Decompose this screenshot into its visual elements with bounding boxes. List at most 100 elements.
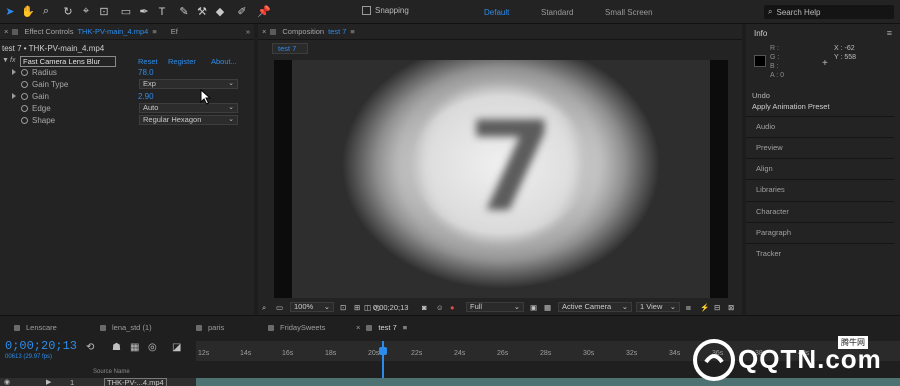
twirl-icon[interactable]: ▶ bbox=[46, 378, 51, 386]
timeline-tab-test7[interactable]: × test 7 ≡ bbox=[356, 323, 407, 332]
composition-flowchart-chip[interactable]: test 7 bbox=[272, 43, 308, 54]
current-time-display[interactable]: 0;00;20;13 bbox=[5, 339, 77, 353]
workspace-standard[interactable]: Standard bbox=[541, 8, 573, 17]
layer-name[interactable]: THK-PV-...4.mp4 bbox=[104, 378, 167, 386]
graph-editor-icon[interactable]: ◪ bbox=[172, 342, 181, 353]
selection-tool-icon[interactable]: ➤ bbox=[2, 3, 18, 20]
stopwatch-icon[interactable] bbox=[21, 93, 28, 100]
panel-menu-icon[interactable]: ≡ bbox=[350, 27, 354, 36]
composition-viewer[interactable]: 7 bbox=[274, 60, 728, 298]
timeline-tab-fridaysweets[interactable]: FridaySweets bbox=[268, 323, 325, 332]
timeline-icon[interactable]: ⊟ bbox=[714, 303, 720, 312]
prop-gain-value[interactable]: 2.90 bbox=[138, 92, 154, 101]
effect-controls-tab-label[interactable]: Effect Controls bbox=[24, 27, 73, 36]
rotate-tool-icon[interactable]: ↻ bbox=[60, 3, 76, 20]
lock-icon[interactable] bbox=[270, 28, 277, 35]
prop-gain-type[interactable]: Gain Type Exp ⌄ bbox=[0, 79, 254, 91]
eye-icon[interactable]: ◉ bbox=[4, 378, 10, 386]
color-channels-icon[interactable]: ● bbox=[450, 303, 455, 312]
panel-menu-icon[interactable]: ≡ bbox=[887, 28, 892, 38]
roto-brush-tool-icon[interactable]: ✐ bbox=[234, 3, 250, 20]
snapping-checkbox[interactable] bbox=[362, 6, 371, 15]
camera-dropdown[interactable]: Active Camera ⌄ bbox=[558, 302, 632, 312]
brush-tool-icon[interactable]: ✎ bbox=[176, 3, 192, 20]
flowchart-icon[interactable]: ⊠ bbox=[728, 303, 734, 312]
prop-radius-value[interactable]: 78.0 bbox=[138, 68, 154, 77]
view-layout-dropdown[interactable]: 1 View ⌄ bbox=[636, 302, 680, 312]
snapshot-icon[interactable]: ◙ bbox=[422, 303, 427, 312]
stopwatch-icon[interactable] bbox=[21, 69, 28, 76]
stopwatch-icon[interactable] bbox=[21, 117, 28, 124]
reset-link[interactable]: Reset bbox=[138, 57, 158, 66]
close-icon[interactable]: × bbox=[356, 323, 360, 332]
prop-edge[interactable]: Edge Auto ⌄ bbox=[0, 103, 254, 115]
hand-tool-icon[interactable]: ✋ bbox=[20, 3, 36, 20]
prop-gain[interactable]: Gain 2.90 bbox=[0, 91, 254, 103]
zoom-dropdown[interactable]: 100% ⌄ bbox=[290, 302, 334, 312]
monitor-icon[interactable]: ▭ bbox=[276, 303, 283, 312]
motion-blur-icon[interactable]: ◎ bbox=[148, 342, 157, 353]
frame-blending-icon[interactable]: ▦ bbox=[130, 342, 139, 353]
panel-libraries[interactable]: Libraries bbox=[746, 179, 894, 199]
twirl-icon[interactable] bbox=[12, 93, 16, 99]
eraser-tool-icon[interactable]: ◆ bbox=[212, 3, 228, 20]
panel-preview[interactable]: Preview bbox=[746, 137, 894, 157]
type-tool-icon[interactable]: T bbox=[154, 3, 170, 20]
region-of-interest-icon[interactable]: ▣ bbox=[530, 303, 537, 312]
shy-layers-icon[interactable]: ☗ bbox=[112, 342, 121, 353]
about-link[interactable]: About... bbox=[211, 57, 237, 66]
safe-areas-icon[interactable]: ⊡ bbox=[340, 303, 346, 312]
pan-behind-tool-icon[interactable]: ⊡ bbox=[96, 3, 112, 20]
fx-icon[interactable]: fx bbox=[10, 57, 15, 64]
panel-align[interactable]: Align bbox=[746, 158, 894, 178]
resolution-dropdown[interactable]: Full ⌄ bbox=[466, 302, 524, 312]
pen-tool-icon[interactable]: ✒ bbox=[136, 3, 152, 20]
workspace-default[interactable]: Default bbox=[484, 8, 509, 17]
stopwatch-icon[interactable] bbox=[21, 105, 28, 112]
rectangle-tool-icon[interactable]: ▭ bbox=[118, 3, 134, 20]
effect-name[interactable]: Fast Camera Lens Blur bbox=[20, 56, 116, 67]
transparency-grid-icon[interactable]: ▦ bbox=[544, 303, 551, 312]
grid-icon[interactable]: ⊞ bbox=[354, 303, 360, 312]
panel-paragraph[interactable]: Paragraph bbox=[746, 222, 894, 242]
prop-radius[interactable]: Radius 78.0 bbox=[0, 67, 254, 79]
lock-icon[interactable] bbox=[12, 28, 19, 35]
shape-dropdown[interactable]: Regular Hexagon ⌄ bbox=[139, 115, 238, 125]
camera-tool-icon[interactable]: ⌖ bbox=[78, 3, 94, 20]
timeline-tab-lenscare[interactable]: Lenscare bbox=[14, 323, 57, 332]
fast-previews-icon[interactable]: ⚡ bbox=[700, 303, 709, 312]
twirl-open-icon[interactable]: ▼ bbox=[2, 57, 9, 64]
composition-tab-prefix[interactable]: Composition bbox=[282, 27, 324, 36]
effect-controls-tab-file[interactable]: THK-PV-main_4.mp4 bbox=[77, 27, 148, 36]
panel-menu-icon[interactable]: ≡ bbox=[152, 27, 156, 36]
panel-character[interactable]: Character bbox=[746, 201, 894, 221]
panel-tracker[interactable]: Tracker bbox=[746, 243, 894, 263]
timeline-tab-paris[interactable]: paris bbox=[196, 323, 224, 332]
mask-icon[interactable]: ◫ bbox=[364, 303, 371, 312]
twirl-icon[interactable] bbox=[12, 69, 16, 75]
search-help-box[interactable]: ⌕ Search Help bbox=[764, 5, 894, 19]
close-icon[interactable]: × bbox=[4, 27, 8, 36]
edge-dropdown[interactable]: Auto ⌄ bbox=[139, 103, 238, 113]
register-link[interactable]: Register bbox=[168, 57, 196, 66]
puppet-pin-tool-icon[interactable]: 📌 bbox=[256, 3, 272, 20]
draft-3d-icon[interactable]: ⟲ bbox=[86, 342, 94, 353]
viewer-timecode[interactable]: 0;00;20;13 bbox=[373, 303, 408, 312]
timeline-tab-lena-std[interactable]: lena_std (1) bbox=[100, 323, 152, 332]
info-panel-title[interactable]: Info bbox=[754, 29, 767, 38]
toggle-pixel-aspect-icon[interactable]: ⧈ bbox=[686, 303, 691, 313]
panel-audio[interactable]: Audio bbox=[746, 116, 894, 136]
close-icon[interactable]: × bbox=[262, 27, 266, 36]
more-panels-icon[interactable]: » bbox=[246, 27, 250, 36]
playhead-handle[interactable] bbox=[379, 347, 387, 355]
gain-type-dropdown[interactable]: Exp ⌄ bbox=[139, 79, 238, 89]
snapping-toggle[interactable]: Snapping bbox=[362, 6, 409, 15]
effect-controls-tab-extra[interactable]: Ef bbox=[171, 27, 178, 36]
composition-tab-name[interactable]: test 7 bbox=[328, 27, 346, 36]
magnifier-icon[interactable]: ⌕ bbox=[262, 303, 266, 313]
clone-stamp-tool-icon[interactable]: ⚒ bbox=[194, 3, 210, 20]
stopwatch-icon[interactable] bbox=[21, 81, 28, 88]
show-snapshot-icon[interactable]: ☺ bbox=[436, 303, 444, 312]
prop-shape[interactable]: Shape Regular Hexagon ⌄ bbox=[0, 115, 254, 127]
workspace-small-screen[interactable]: Small Screen bbox=[605, 8, 653, 17]
